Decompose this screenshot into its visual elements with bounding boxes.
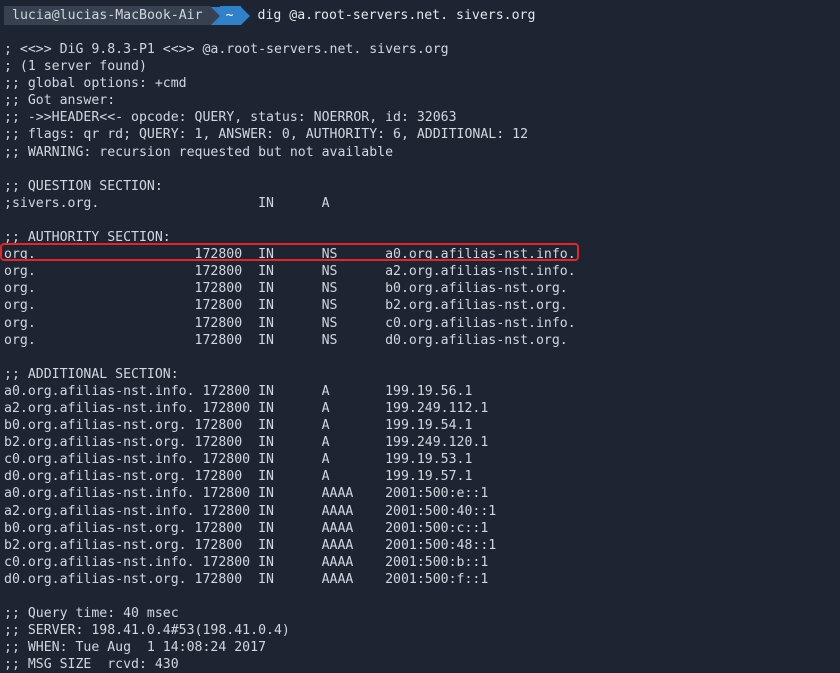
output-line: org. 172800 IN NS b2.org.afilias-nst.org… (4, 298, 568, 314)
terminal-window[interactable]: lucia@lucias-MacBook-Air ~ dig @a.root-s… (0, 0, 840, 672)
output-line: ; (1 server found) (4, 59, 147, 75)
output-line: org. 172800 IN NS c0.org.afilias-nst.inf… (4, 315, 576, 331)
prompt-user-host: lucia@lucias-MacBook-Air (4, 6, 211, 25)
output-line: a0.org.afilias-nst.info. 172800 IN A 199… (4, 383, 473, 399)
output-line: ;; WHEN: Tue Aug 1 14:08:24 2017 (4, 640, 267, 656)
output-line: org. 172800 IN NS d0.org.afilias-nst.org… (4, 332, 568, 348)
prompt-command[interactable]: dig @a.root-servers.net. sivers.org (250, 6, 536, 25)
output-line: ;; AUTHORITY SECTION: (4, 230, 171, 246)
output-line: org. 172800 IN NS b0.org.afilias-nst.org… (4, 281, 568, 297)
output-line: b2.org.afilias-nst.org. 172800 IN AAAA 2… (4, 537, 497, 553)
prompt-directory: ~ (219, 6, 241, 25)
output-line: a2.org.afilias-nst.info. 172800 IN AAAA … (4, 503, 497, 519)
output-line: ;; flags: qr rd; QUERY: 1, ANSWER: 0, AU… (4, 127, 529, 143)
output-line: d0.org.afilias-nst.org. 172800 IN AAAA 2… (4, 571, 489, 587)
output-line: a2.org.afilias-nst.info. 172800 IN A 199… (4, 400, 489, 416)
output-line: ;; WARNING: recursion requested but not … (4, 144, 394, 160)
output-line: ; <<>> DiG 9.8.3-P1 <<>> @a.root-servers… (4, 42, 449, 57)
prompt-separator-icon (210, 6, 220, 25)
output-line: a0.org.afilias-nst.info. 172800 IN AAAA … (4, 486, 489, 502)
output-line: org. 172800 IN NS a2.org.afilias-nst.inf… (4, 264, 576, 280)
output-line: b2.org.afilias-nst.org. 172800 IN A 199.… (4, 435, 489, 451)
output-line: b0.org.afilias-nst.org. 172800 IN A 199.… (4, 418, 473, 434)
output-line: ;; Got answer: (4, 93, 116, 109)
shell-prompt: lucia@lucias-MacBook-Air ~ dig @a.root-s… (4, 6, 535, 25)
output-line: org. 172800 IN NS a0.org.afilias-nst.inf… (4, 247, 576, 263)
output-line: ;; ADDITIONAL SECTION: (4, 366, 179, 382)
output-line: ;; MSG SIZE rcvd: 430 (4, 657, 179, 673)
output-line: ;; Query time: 40 msec (4, 606, 179, 622)
output-line: ;; SERVER: 198.41.0.4#53(198.41.0.4) (4, 623, 290, 639)
output-line: b0.org.afilias-nst.org. 172800 IN AAAA 2… (4, 520, 489, 536)
output-line: c0.org.afilias-nst.info. 172800 IN AAAA … (4, 554, 489, 570)
output-line: c0.org.afilias-nst.info. 172800 IN A 199… (4, 452, 473, 468)
output-line: ;; ->>HEADER<<- opcode: QUERY, status: N… (4, 110, 457, 126)
prompt-end-arrow-icon (240, 6, 250, 25)
output-line: ;sivers.org. IN A (4, 195, 330, 211)
output-line: d0.org.afilias-nst.org. 172800 IN A 199.… (4, 469, 473, 485)
command-output: ; <<>> DiG 9.8.3-P1 <<>> @a.root-servers… (4, 41, 576, 673)
output-line: ;; global options: +cmd (4, 76, 187, 92)
output-line: ;; QUESTION SECTION: (4, 178, 163, 194)
